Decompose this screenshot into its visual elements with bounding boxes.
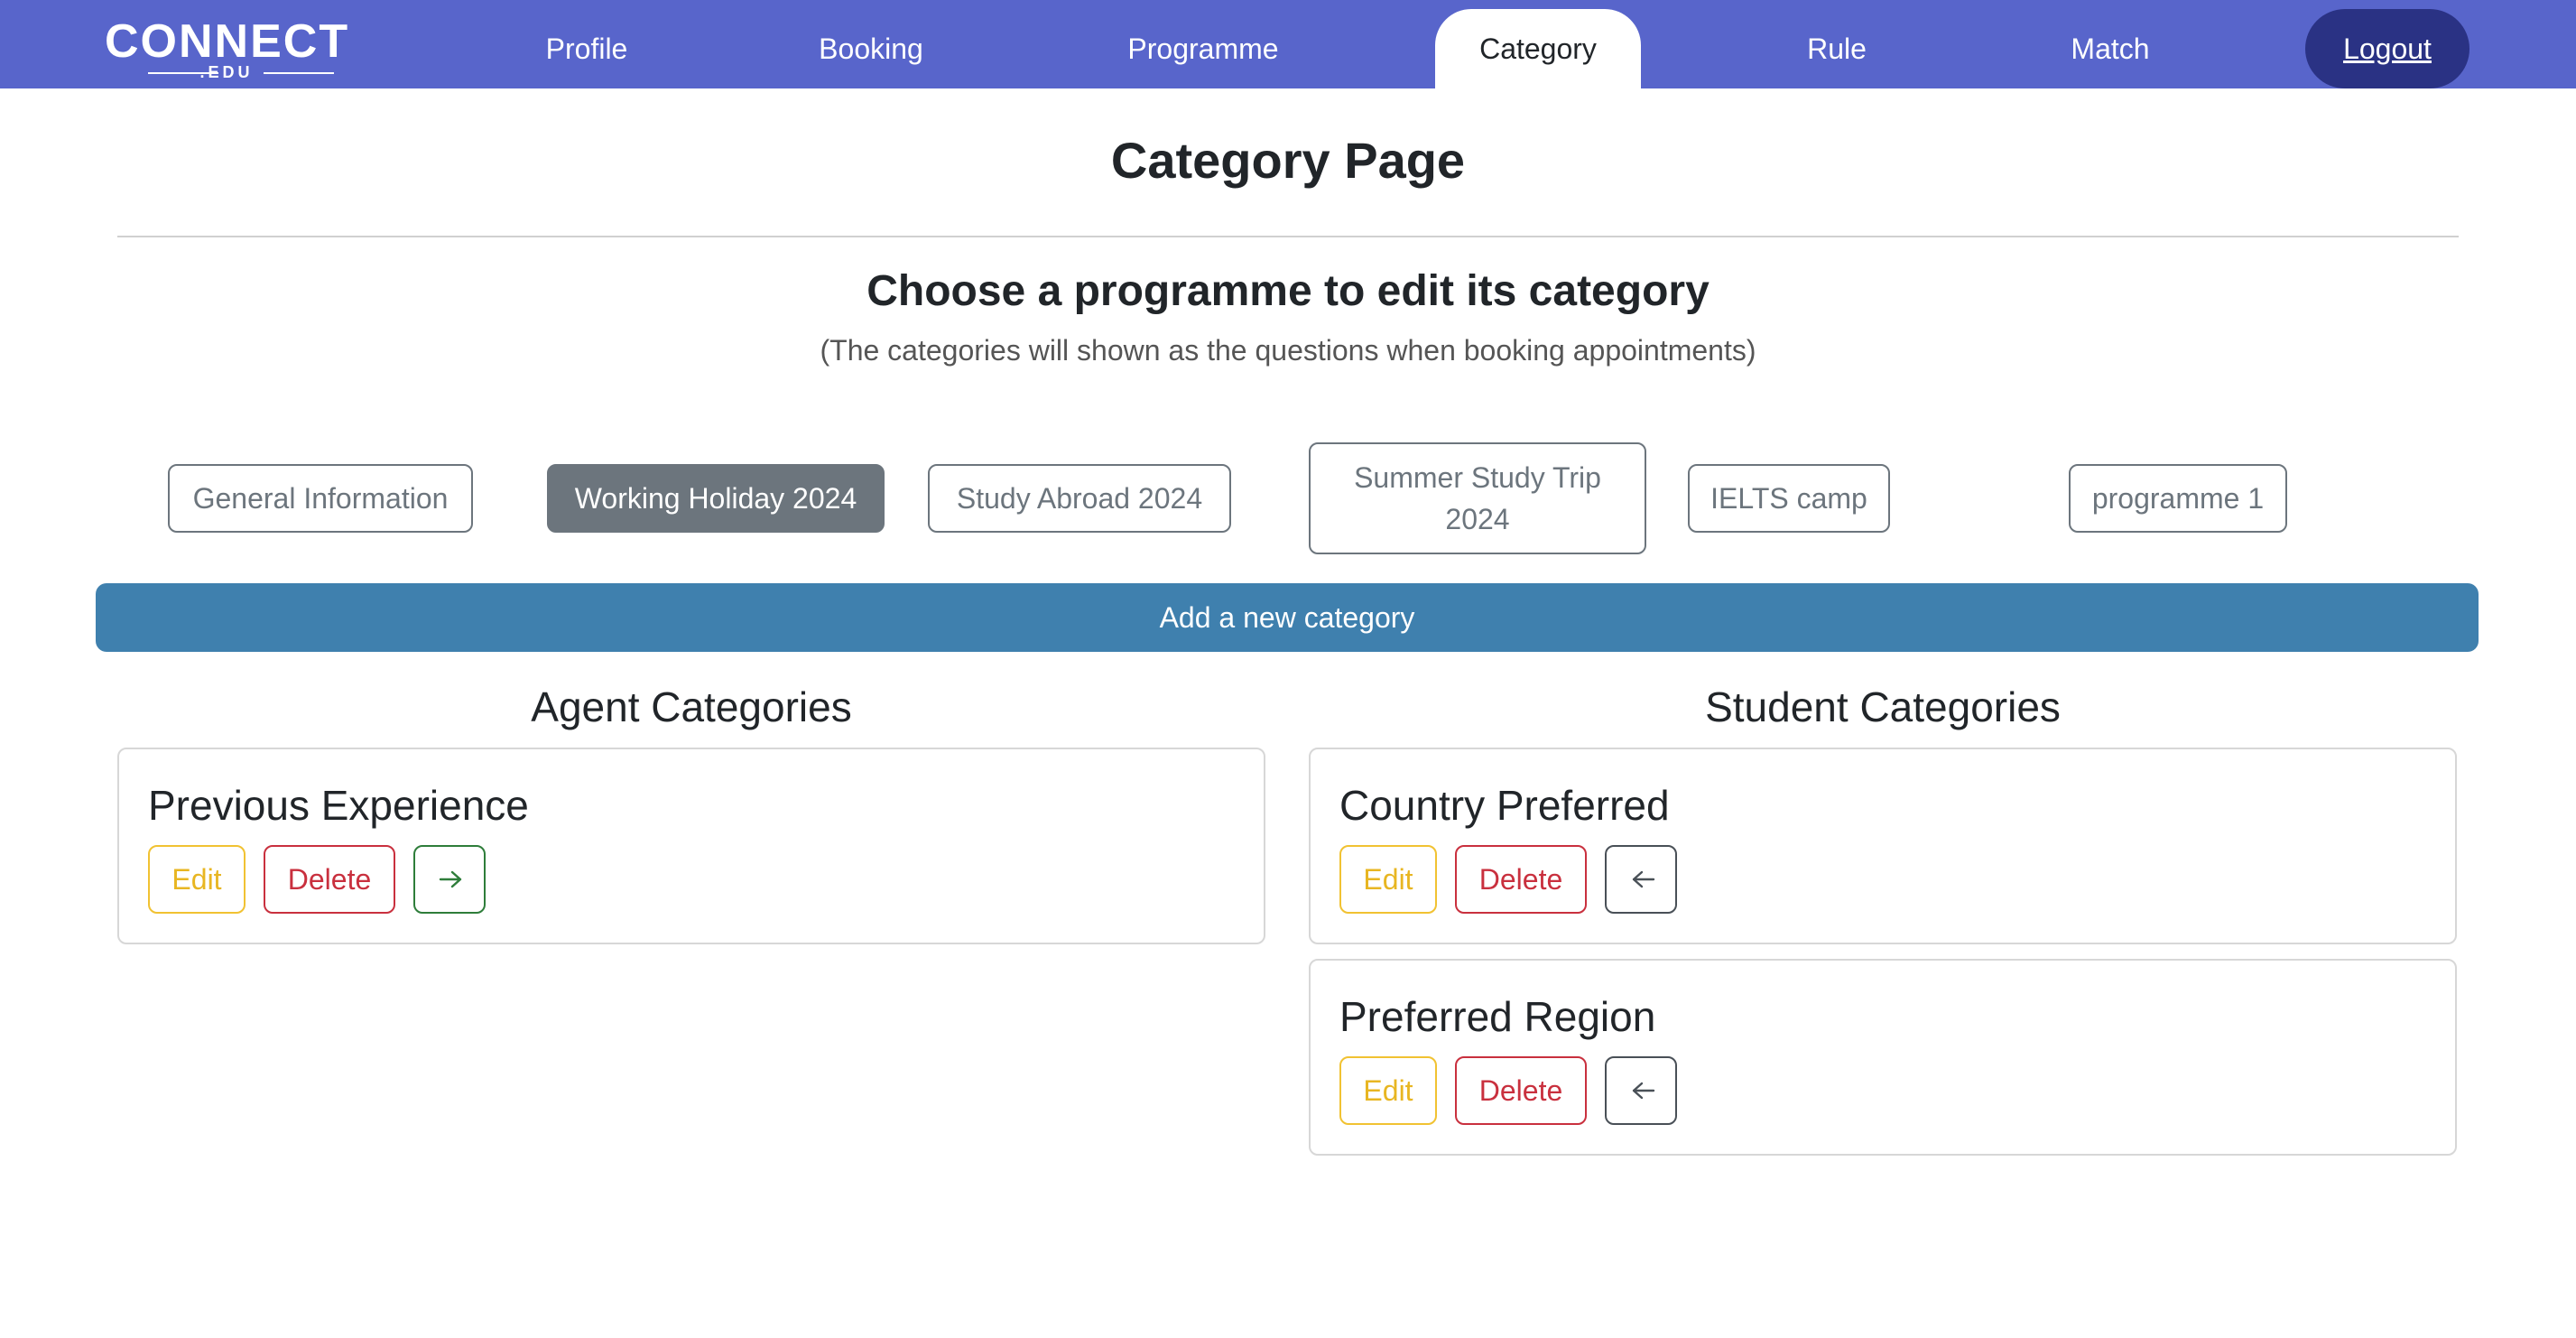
nav-category[interactable]: Category: [1435, 9, 1641, 88]
programme-button-working-holiday-2024[interactable]: Working Holiday 2024: [547, 464, 885, 533]
top-navbar: CONNECT .EDU Profile Booking Programme C…: [0, 0, 2576, 88]
delete-button[interactable]: Delete: [264, 845, 395, 914]
category-title: Previous Experience: [148, 782, 529, 829]
programme-button-study-abroad-2024[interactable]: Study Abroad 2024: [928, 464, 1231, 533]
edit-button[interactable]: Edit: [148, 845, 246, 914]
nav-match[interactable]: Match: [2049, 9, 2172, 88]
programme-prompt: Choose a programme to edit its category: [866, 267, 1710, 315]
add-category-button[interactable]: Add a new category: [96, 583, 2479, 652]
programme-note: (The categories will shown as the questi…: [820, 334, 1756, 367]
arrow-left-icon: [1632, 1082, 1655, 1100]
delete-button[interactable]: Delete: [1455, 845, 1587, 914]
category-title: Country Preferred: [1339, 782, 1670, 829]
agent-categories-heading: Agent Categories: [531, 683, 852, 730]
nav-programme[interactable]: Programme: [1103, 9, 1303, 88]
arrow-right-icon: [439, 870, 462, 888]
programme-button-ielts-camp[interactable]: IELTS camp: [1688, 464, 1890, 533]
nav-rule[interactable]: Rule: [1787, 9, 1886, 88]
student-category-card: Preferred Region Edit Delete: [1309, 959, 2457, 1156]
logout-button[interactable]: Logout: [2305, 9, 2469, 88]
edit-button[interactable]: Edit: [1339, 1056, 1437, 1125]
logo-text: CONNECT: [105, 15, 350, 68]
move-to-agent-button[interactable]: [1605, 845, 1677, 914]
move-to-agent-button[interactable]: [1605, 1056, 1677, 1125]
connect-edu-logo[interactable]: CONNECT .EDU: [105, 18, 348, 81]
title-divider: [117, 236, 2459, 237]
page-title: Category Page: [1110, 132, 1466, 189]
arrow-left-icon: [1632, 870, 1655, 888]
edit-button[interactable]: Edit: [1339, 845, 1437, 914]
logo-line-right: [264, 72, 334, 74]
nav-booking[interactable]: Booking: [798, 9, 944, 88]
agent-category-card: Previous Experience Edit Delete: [117, 748, 1265, 944]
student-categories-heading: Student Categories: [1705, 683, 2061, 730]
programme-button-programme-1[interactable]: programme 1: [2069, 464, 2287, 533]
move-to-student-button[interactable]: [413, 845, 486, 914]
student-category-card: Country Preferred Edit Delete: [1309, 748, 2457, 944]
programme-button-summer-study-trip-2024[interactable]: Summer Study Trip 2024: [1309, 442, 1646, 554]
delete-button[interactable]: Delete: [1455, 1056, 1587, 1125]
programme-button-general-information[interactable]: General Information: [168, 464, 473, 533]
nav-profile[interactable]: Profile: [518, 9, 655, 88]
category-title: Preferred Region: [1339, 993, 1656, 1040]
